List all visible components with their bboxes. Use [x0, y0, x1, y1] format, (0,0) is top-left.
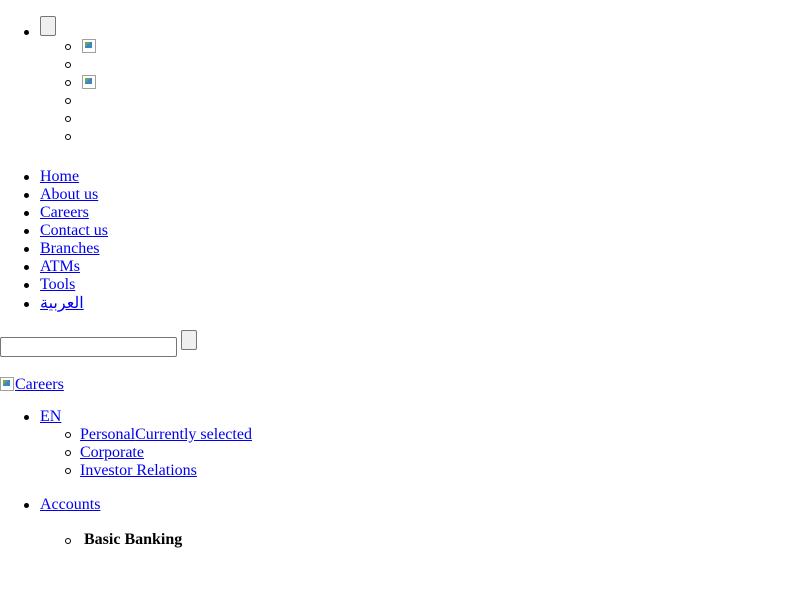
bullet-circle — [65, 538, 71, 544]
accounts-item: Accounts Basic Banking — [24, 496, 183, 550]
accounts-link[interactable]: Accounts — [40, 496, 100, 513]
nav-link-branches[interactable]: Branches — [40, 240, 100, 257]
nav-item-branches: Branches — [24, 240, 108, 258]
menu-toggle-button[interactable] — [40, 16, 56, 36]
bullet-circle — [65, 468, 71, 474]
bullet-disc — [24, 503, 29, 508]
top-submenu-item-image-2[interactable] — [65, 74, 800, 92]
nav-link-tools[interactable]: Tools — [40, 276, 75, 293]
top-menu-item — [24, 16, 800, 146]
nav-link-contact-us[interactable]: Contact us — [40, 222, 108, 239]
top-submenu-item-empty-4 — [65, 128, 800, 146]
segment-link-investor-relations[interactable]: Investor Relations — [80, 462, 197, 479]
segment-menu: EN PersonalCurrently selected Corporate … — [0, 408, 252, 480]
nav-item-arabic: العربية — [24, 294, 108, 314]
nav-item-contact-us: Contact us — [24, 222, 108, 240]
search-submit-button[interactable] — [181, 330, 197, 350]
bullet-disc — [24, 247, 29, 252]
bullet-circle — [65, 62, 71, 68]
nav-item-home: Home — [24, 168, 108, 186]
top-submenu-item-empty-3 — [65, 110, 800, 128]
accounts-menu: Accounts Basic Banking — [0, 496, 182, 550]
bullet-disc — [24, 265, 29, 270]
nav-link-careers[interactable]: Careers — [40, 204, 89, 221]
bullet-disc — [24, 229, 29, 234]
logo-alt-text: Careers — [15, 376, 64, 393]
segment-link-corporate[interactable]: Corporate — [80, 444, 144, 461]
nav-link-atms[interactable]: ATMs — [40, 258, 80, 275]
top-submenu-item-empty-2 — [65, 92, 800, 110]
bullet-circle — [65, 450, 71, 456]
segment-label: Personal — [80, 426, 136, 443]
segment-item-personal: PersonalCurrently selected — [65, 426, 252, 444]
bullet-disc — [24, 175, 29, 180]
nav-item-tools: Tools — [24, 276, 108, 294]
nav-link-arabic-language[interactable]: العربية — [40, 295, 84, 312]
bullet-disc — [24, 283, 29, 288]
broken-image-icon[interactable] — [82, 75, 96, 89]
nav-link-about-us[interactable]: About us — [40, 186, 98, 203]
bullet-circle — [65, 134, 71, 140]
bullet-disc — [24, 193, 29, 198]
bullet-disc — [24, 415, 29, 420]
nav-item-about-us: About us — [24, 186, 108, 204]
broken-image-icon[interactable] — [82, 39, 96, 53]
main-nav: Home About us Careers Contact us Branche… — [0, 168, 108, 314]
nav-item-atms: ATMs — [24, 258, 108, 276]
language-item: EN PersonalCurrently selected Corporate … — [24, 408, 252, 480]
search-input[interactable] — [0, 337, 177, 357]
broken-image-icon — [0, 377, 14, 391]
bullet-disc — [24, 211, 29, 216]
language-switch-link[interactable]: EN — [40, 408, 61, 425]
current-selection-text: Currently selected — [135, 426, 252, 443]
segment-submenu: PersonalCurrently selected Corporate Inv… — [65, 426, 252, 480]
top-submenu-item-empty-1 — [65, 56, 800, 74]
top-submenu-item-image-1[interactable] — [65, 38, 800, 56]
bullet-disc — [24, 30, 29, 35]
top-submenu — [65, 38, 800, 146]
basic-banking-heading: Basic Banking — [84, 531, 183, 548]
accounts-submenu: Basic Banking — [65, 530, 183, 550]
segment-item-investor-relations: Investor Relations — [65, 462, 252, 480]
segment-link-personal[interactable]: PersonalCurrently selected — [80, 426, 252, 443]
accounts-subitem-basic-banking: Basic Banking — [65, 530, 183, 550]
careers-logo-link[interactable]: Careers — [0, 375, 64, 393]
top-menu — [0, 16, 800, 146]
bullet-disc — [24, 302, 29, 307]
nav-item-careers: Careers — [24, 204, 108, 222]
segment-item-corporate: Corporate — [65, 444, 252, 462]
bullet-circle — [65, 44, 71, 50]
bullet-circle — [65, 80, 71, 86]
nav-link-home[interactable]: Home — [40, 168, 79, 185]
bullet-circle — [65, 432, 71, 438]
bullet-circle — [65, 98, 71, 104]
bullet-circle — [65, 116, 71, 122]
